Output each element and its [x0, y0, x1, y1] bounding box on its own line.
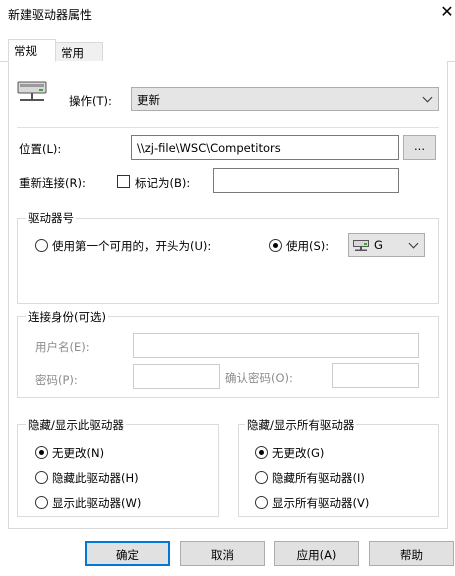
connect-as-legend: 连接身份(可选): [26, 309, 108, 325]
all-no-change-radio[interactable]: [255, 446, 268, 459]
username-input[interactable]: [133, 333, 419, 358]
action-label: 操作(T):: [69, 94, 112, 108]
reconnect-label: 重新连接(R):: [19, 176, 86, 190]
password-input[interactable]: [133, 364, 220, 389]
this-no-change-radio[interactable]: [35, 446, 48, 459]
all-show-label: 显示所有驱动器(V): [272, 496, 370, 510]
hide-show-all-legend: 隐藏/显示所有驱动器: [245, 417, 357, 433]
hide-show-this-legend: 隐藏/显示此驱动器: [26, 417, 126, 433]
this-hide-label: 隐藏此驱动器(H): [52, 471, 139, 485]
action-select-value: 更新: [137, 93, 160, 107]
section-divider: [17, 127, 439, 128]
reconnect-checkbox[interactable]: [117, 175, 130, 188]
this-show-label: 显示此驱动器(W): [52, 496, 142, 510]
first-available-radio[interactable]: [35, 239, 48, 252]
window-title: 新建驱动器属性: [8, 8, 93, 22]
confirm-password-input[interactable]: [332, 363, 419, 388]
apply-button[interactable]: 应用(A): [274, 541, 359, 566]
help-button[interactable]: 帮助: [369, 541, 454, 566]
tab-general[interactable]: 常规: [8, 39, 56, 62]
location-label: 位置(L):: [19, 142, 62, 156]
username-label: 用户名(E):: [35, 340, 90, 354]
chevron-down-icon: [422, 92, 433, 103]
network-drive-icon: [17, 81, 47, 101]
location-input[interactable]: \\zj-file\WSC\Competitors: [131, 135, 399, 160]
action-select[interactable]: 更新: [131, 87, 439, 111]
chevron-down-icon: [408, 238, 419, 249]
all-hide-radio[interactable]: [255, 471, 268, 484]
cancel-button[interactable]: 取消: [180, 541, 265, 566]
this-no-change-label: 无更改(N): [52, 446, 105, 460]
all-no-change-label: 无更改(G): [272, 446, 325, 460]
tab-general-label: 常规: [14, 44, 37, 58]
browse-button[interactable]: ...: [403, 135, 436, 160]
label-as-label: 标记为(B):: [135, 176, 191, 190]
label-as-input[interactable]: [213, 168, 399, 193]
this-show-radio[interactable]: [35, 496, 48, 509]
use-drive-label: 使用(S):: [286, 239, 330, 253]
use-drive-radio[interactable]: [269, 239, 282, 252]
drive-icon: [353, 240, 369, 251]
close-icon[interactable]: ✕: [439, 2, 455, 21]
drive-letter-group: [17, 218, 439, 304]
this-hide-radio[interactable]: [35, 471, 48, 484]
all-show-radio[interactable]: [255, 496, 268, 509]
tab-common-label: 常用: [61, 46, 84, 60]
ok-button[interactable]: 确定: [85, 541, 170, 566]
password-label: 密码(P):: [35, 373, 78, 387]
drive-letter-select[interactable]: G: [348, 233, 425, 257]
confirm-password-label: 确认密码(O):: [225, 371, 293, 385]
first-available-label: 使用第一个可用的，开头为(U):: [52, 239, 212, 253]
drive-letter-value: G: [374, 238, 383, 252]
all-hide-label: 隐藏所有驱动器(I): [272, 471, 365, 485]
tab-common[interactable]: 常用: [55, 42, 103, 61]
drive-letter-legend: 驱动器号: [26, 210, 76, 226]
